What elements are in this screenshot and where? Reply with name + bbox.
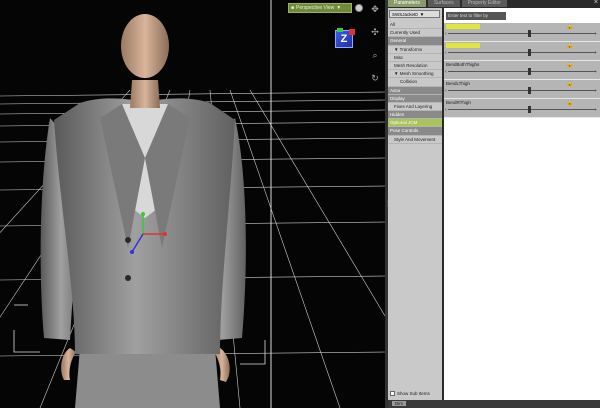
increment-icon[interactable]: › xyxy=(595,31,597,37)
tree-item[interactable]: Misc xyxy=(388,54,442,62)
filter-input[interactable]: Enter text to filter by xyxy=(446,12,506,20)
lock-icon[interactable]: 🔒 xyxy=(566,80,573,87)
increment-icon[interactable]: › xyxy=(595,107,597,113)
increment-icon[interactable]: › xyxy=(595,50,597,56)
node-select[interactable]: SWSJacket0 ▼ xyxy=(389,10,440,18)
property-group-list: All Currently Used General ▼ Transforms Misc… xyxy=(388,21,442,144)
lock-icon[interactable]: 🔒 xyxy=(566,42,573,49)
tree-item[interactable]: Style And Movement xyxy=(388,136,442,144)
parameter-row[interactable]: BendRThigh 🔒 ‹ › xyxy=(444,99,600,118)
lock-icon[interactable]: 🔒 xyxy=(566,23,573,30)
node-select-value: SWSJacket0 xyxy=(392,11,418,17)
character-figure[interactable] xyxy=(30,8,260,408)
zoom-icon[interactable]: ⌕ xyxy=(370,50,380,60)
parameter-row[interactable]: 🔒 ‹ › xyxy=(444,42,600,61)
tree-item[interactable]: Mesh Resolution xyxy=(388,62,442,71)
chevron-down-icon: ▼ xyxy=(336,4,342,11)
increment-icon[interactable]: › xyxy=(595,88,597,94)
parameter-list: 🔒 ‹ › 🔒 ‹ › BendBothThighs 🔒 ‹ › BendLThigh 🔒 ‹ › Bend… xyxy=(444,23,600,118)
tree-item[interactable]: Collision xyxy=(388,78,442,87)
tree-item[interactable]: Optional JCM xyxy=(388,119,442,128)
slider-thumb[interactable] xyxy=(528,49,532,56)
parameter-row[interactable]: 🔒 ‹ › xyxy=(444,23,600,42)
decrement-icon[interactable]: ‹ xyxy=(445,31,447,37)
property-group-tree: SWSJacket0 ▼ All Currently Used General ▼ T… xyxy=(388,8,442,400)
tree-item[interactable]: Currently Used xyxy=(388,29,442,38)
axis-label: Z xyxy=(340,33,348,45)
rotate-icon[interactable]: ↻ xyxy=(370,73,380,83)
parameter-list-pane: Enter text to filter by 🔒 ‹ › 🔒 ‹ › BendBothTh… xyxy=(444,8,600,400)
3d-viewport[interactable]: ■ Perspective View ▼ Z ✥ ✣ ⌕ ↻ xyxy=(0,0,385,408)
increment-icon[interactable]: › xyxy=(595,69,597,75)
slider-track[interactable] xyxy=(448,109,596,110)
viewport-tools: ✥ ✣ ⌕ ↻ xyxy=(370,4,380,83)
x-axis-marker xyxy=(349,29,355,35)
tab-property-editor[interactable]: Property Editor xyxy=(461,0,507,7)
parameter-row[interactable]: BendBothThighs 🔒 ‹ › xyxy=(444,61,600,80)
lock-icon[interactable]: 🔒 xyxy=(566,99,573,106)
panel-tabs: Parameters Surfaces Property Editor × xyxy=(388,0,600,7)
tab-parameters[interactable]: Parameters xyxy=(388,0,426,7)
panel-status-bar: Dim xyxy=(388,400,600,408)
status-tab[interactable]: Dim xyxy=(392,401,406,406)
orbit-icon[interactable]: ✥ xyxy=(370,4,380,14)
tree-item[interactable]: General xyxy=(388,37,442,46)
view-cube[interactable]: Z xyxy=(335,28,355,48)
decrement-icon[interactable]: ‹ xyxy=(445,107,447,113)
slider-track[interactable] xyxy=(448,71,596,72)
show-sub-items-label: Show Sub Items xyxy=(397,391,430,396)
decrement-icon[interactable]: ‹ xyxy=(445,88,447,94)
chevron-down-icon: ▼ xyxy=(419,11,425,17)
decrement-icon[interactable]: ‹ xyxy=(445,69,447,75)
slider-thumb[interactable] xyxy=(528,87,532,94)
show-sub-items-checkbox[interactable] xyxy=(390,391,395,396)
tab-surfaces[interactable]: Surfaces xyxy=(427,0,460,7)
camera-label: Perspective View xyxy=(296,4,335,11)
parameter-row[interactable]: BendLThigh 🔒 ‹ › xyxy=(444,80,600,99)
slider-track[interactable] xyxy=(448,52,596,53)
slider-track[interactable] xyxy=(448,33,596,34)
parameter-label: BendLThigh xyxy=(446,81,470,86)
viewport-toolbar: ■ Perspective View ▼ xyxy=(288,2,363,13)
decrement-icon[interactable]: ‹ xyxy=(445,50,447,56)
tree-item[interactable]: Fixes And Layering xyxy=(388,103,442,112)
tree-item[interactable]: All xyxy=(388,21,442,30)
slider-track[interactable] xyxy=(448,90,596,91)
parameters-panel: Parameters Surfaces Property Editor × SW… xyxy=(388,0,600,408)
parameter-label xyxy=(446,24,480,29)
parameter-label xyxy=(446,43,480,48)
tree-item[interactable]: Hidden xyxy=(388,111,442,120)
parameter-label: BendRThigh xyxy=(446,100,471,105)
tree-item[interactable]: ▼ Transforms xyxy=(388,46,442,54)
y-axis-marker xyxy=(337,28,343,32)
slider-thumb[interactable] xyxy=(528,30,532,37)
camera-select[interactable]: ■ Perspective View ▼ xyxy=(288,2,352,13)
tree-item[interactable]: ▼ Mesh Smoothing xyxy=(388,70,442,79)
slider-thumb[interactable] xyxy=(528,106,532,113)
parameter-label: BendBothThighs xyxy=(446,62,480,67)
slider-thumb[interactable] xyxy=(528,68,532,75)
tree-item[interactable]: Actor xyxy=(388,86,442,95)
camera-icon: ■ xyxy=(291,4,295,11)
viewport-option-button[interactable] xyxy=(355,3,363,12)
tree-item[interactable]: Pose Controls xyxy=(388,127,442,136)
pan-icon[interactable]: ✣ xyxy=(370,27,380,37)
close-icon[interactable]: × xyxy=(594,0,598,6)
lock-icon[interactable]: 🔒 xyxy=(566,61,573,68)
tree-item[interactable]: Display xyxy=(388,94,442,103)
show-sub-items[interactable]: Show Sub Items xyxy=(390,391,430,396)
